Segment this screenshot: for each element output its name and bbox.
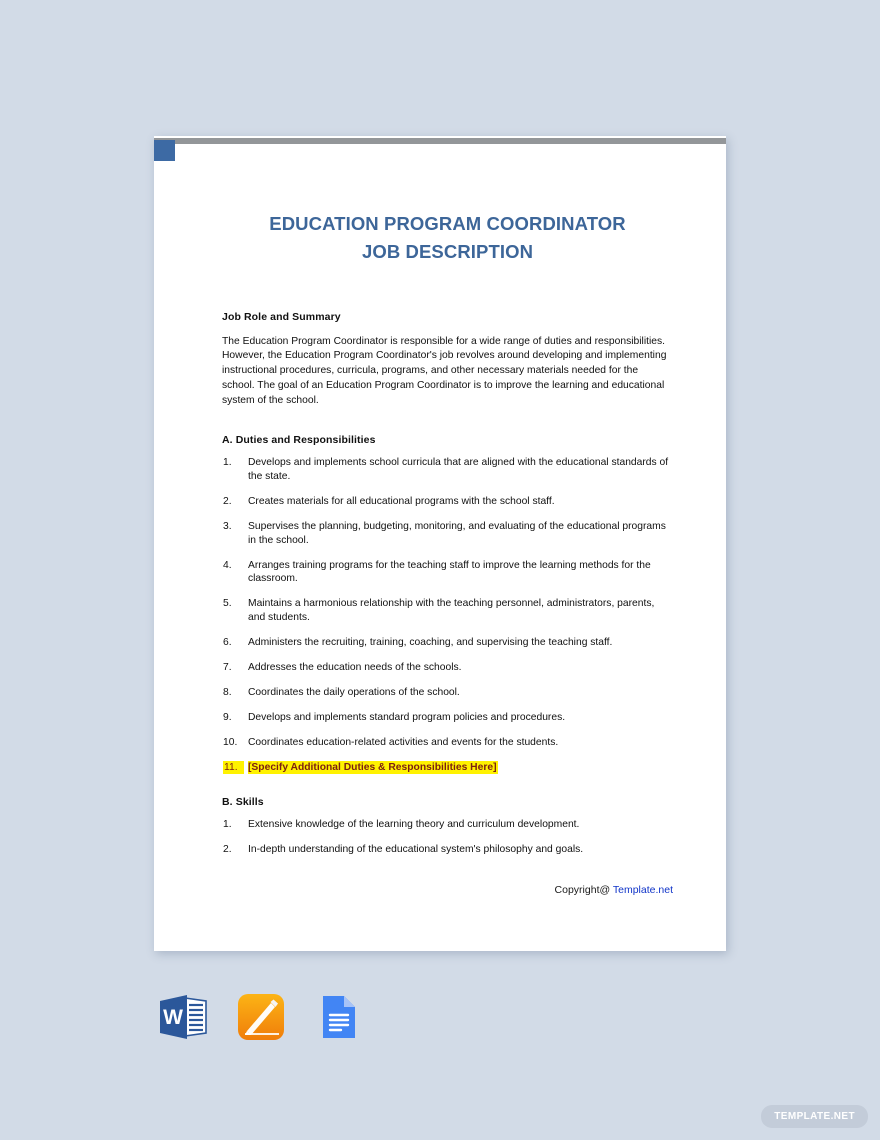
screenshot-canvas: EDUCATION PROGRAM COORDINATOR JOB DESCRI… xyxy=(0,0,880,1140)
duties-list: Develops and implements school curricula… xyxy=(222,446,673,775)
google-docs-icon[interactable] xyxy=(310,990,364,1044)
copyright-line: Copyright@ Template.net xyxy=(555,884,673,896)
duties-list-item: Develops and implements school curricula… xyxy=(223,456,669,482)
duties-list-item: Creates materials for all educational pr… xyxy=(223,495,555,509)
skills-list-item: In-depth understanding of the educationa… xyxy=(223,843,584,857)
template-net-watermark: TEMPLATE.NET xyxy=(761,1105,868,1128)
skills-list: Extensive knowledge of the learning theo… xyxy=(222,808,673,857)
page-title-line-2: JOB DESCRIPTION xyxy=(361,240,534,262)
heading-duties-and-responsibilities: A. Duties and Responsibilities xyxy=(222,434,376,447)
svg-text:W: W xyxy=(163,1006,183,1029)
heading-job-role-and-summary: Job Role and Summary xyxy=(222,310,341,323)
duties-list-item: Maintains a harmonious relationship with… xyxy=(223,597,655,624)
duties-list-item: Supervises the planning, budgeting, moni… xyxy=(223,520,666,546)
copyright-prefix: Copyright@ xyxy=(554,884,613,896)
duties-list-item: Coordinates the daily operations of the … xyxy=(223,686,460,700)
duties-list-item: Coordinates education-related activities… xyxy=(223,736,559,750)
document-page: EDUCATION PROGRAM COORDINATOR JOB DESCRI… xyxy=(154,136,726,951)
paragraph-job-role-summary: The Education Program Coordinator is res… xyxy=(222,335,667,407)
document-body: EDUCATION PROGRAM COORDINATOR JOB DESCRI… xyxy=(154,136,726,951)
file-format-icon-row: W xyxy=(154,990,394,1048)
apple-pages-icon[interactable] xyxy=(234,990,288,1044)
duties-list-item: Arranges training programs for the teach… xyxy=(223,559,651,585)
skills-list-item: Extensive knowledge of the learning theo… xyxy=(223,818,580,832)
placeholder-text: [Specify Additional Duties & Responsibil… xyxy=(248,760,498,774)
page-title-line-1: EDUCATION PROGRAM COORDINATOR xyxy=(269,213,626,234)
template-net-link[interactable]: Template.net xyxy=(613,884,673,896)
duties-list-item-placeholder[interactable]: [Specify Additional Duties & Responsibil… xyxy=(222,760,673,775)
microsoft-word-icon[interactable]: W xyxy=(156,990,210,1044)
duties-list-item: Administers the recruiting, training, co… xyxy=(223,636,613,650)
page-title: EDUCATION PROGRAM COORDINATOR JOB DESCRI… xyxy=(222,136,673,266)
heading-skills: B. Skills xyxy=(222,796,264,809)
duties-list-item: Develops and implements standard program… xyxy=(223,711,566,725)
duties-list-item: Addresses the education needs of the sch… xyxy=(223,661,462,675)
